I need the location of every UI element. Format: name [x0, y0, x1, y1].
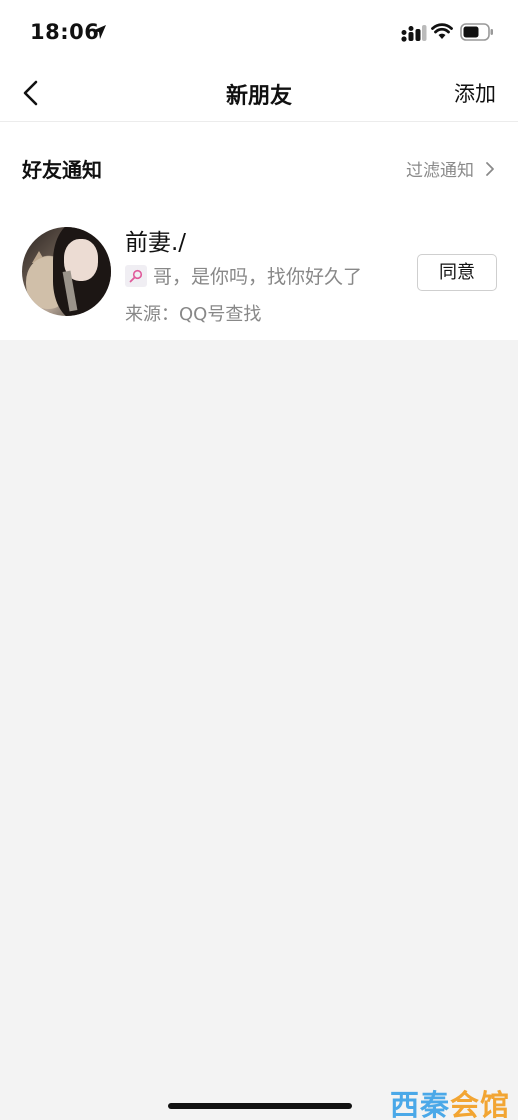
- watermark-part1: 西秦: [389, 1088, 450, 1120]
- status-time: 18:06: [30, 20, 100, 44]
- request-message-text: 哥，是你吗，找你好久了: [153, 266, 363, 288]
- navigation-bar: 新朋友 添加: [0, 66, 518, 122]
- location-arrow-icon: [92, 25, 106, 39]
- page-title: 新朋友: [225, 84, 292, 109]
- watermark-part2: 会馆: [449, 1088, 510, 1120]
- request-message: 哥，是你吗，找你好久了: [125, 262, 362, 289]
- add-friend-button[interactable]: 添加: [454, 78, 496, 108]
- wifi-icon: [431, 23, 453, 39]
- status-bar: 18:06: [0, 0, 518, 66]
- search-source-icon: [125, 264, 147, 287]
- home-indicator[interactable]: [168, 1103, 352, 1109]
- filter-notifications-link[interactable]: 过滤通知: [406, 156, 496, 181]
- watermark-logo: 西秦会馆: [390, 1082, 510, 1120]
- chevron-right-icon: [486, 161, 494, 176]
- signal-icon: [401, 25, 427, 42]
- avatar[interactable]: [22, 227, 111, 316]
- friend-notifications-header: 好友通知 过滤通知: [0, 146, 518, 192]
- request-source: 来源：QQ号查找: [125, 304, 262, 325]
- section-title: 好友通知: [22, 158, 102, 182]
- request-nickname: 前妻./: [125, 230, 187, 256]
- battery-icon: [460, 23, 493, 41]
- agree-button[interactable]: 同意: [417, 254, 497, 291]
- friend-request-item[interactable]: 前妻./ 哥，是你吗，找你好久了 来源：QQ号查找 同意: [0, 215, 518, 330]
- filter-notifications-label: 过滤通知: [406, 161, 474, 181]
